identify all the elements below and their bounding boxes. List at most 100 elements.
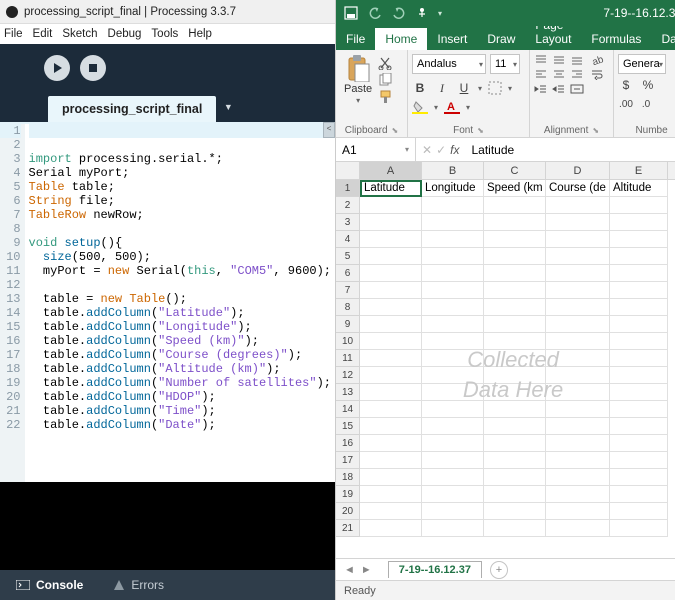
row-header[interactable]: 9 <box>336 316 359 333</box>
cell[interactable] <box>422 282 484 299</box>
cell[interactable] <box>422 435 484 452</box>
cell[interactable]: Altitude <box>610 180 668 197</box>
bold-button[interactable]: B <box>412 80 428 96</box>
cell[interactable] <box>546 248 610 265</box>
cell[interactable] <box>610 248 668 265</box>
align-right-icon[interactable] <box>570 68 584 80</box>
cell[interactable] <box>610 316 668 333</box>
cell[interactable] <box>360 316 422 333</box>
cell[interactable] <box>422 214 484 231</box>
row-header[interactable]: 21 <box>336 520 359 537</box>
cell[interactable] <box>546 282 610 299</box>
cell[interactable]: Speed (km <box>484 180 546 197</box>
enter-icon[interactable]: ✓ <box>436 143 446 157</box>
cells-area[interactable]: LatitudeLongitudeSpeed (kmCourse (deAlti… <box>360 180 675 558</box>
align-top-icon[interactable] <box>534 54 548 66</box>
cell[interactable] <box>422 486 484 503</box>
row-header[interactable]: 19 <box>336 486 359 503</box>
cell[interactable] <box>546 486 610 503</box>
row-header[interactable]: 2 <box>336 197 359 214</box>
console-tab[interactable]: Console <box>16 578 83 592</box>
cell[interactable] <box>546 333 610 350</box>
cell[interactable] <box>610 350 668 367</box>
cell[interactable] <box>610 333 668 350</box>
cell[interactable] <box>546 367 610 384</box>
cell[interactable] <box>360 214 422 231</box>
cell[interactable] <box>484 197 546 214</box>
row-header[interactable]: 17 <box>336 452 359 469</box>
cell[interactable] <box>546 520 610 537</box>
sheet-nav-prev-icon[interactable]: ◄ <box>344 564 355 576</box>
font-color-icon[interactable]: A <box>444 100 460 114</box>
wrap-text-icon[interactable] <box>590 68 604 80</box>
cell[interactable] <box>610 282 668 299</box>
decrease-indent-icon[interactable] <box>534 83 548 95</box>
cell[interactable] <box>360 367 422 384</box>
menu-edit[interactable]: Edit <box>33 28 53 40</box>
align-middle-icon[interactable] <box>552 54 566 66</box>
cell[interactable] <box>360 248 422 265</box>
cell[interactable] <box>422 520 484 537</box>
cell[interactable] <box>360 333 422 350</box>
cell[interactable] <box>360 469 422 486</box>
select-all-corner[interactable] <box>336 162 360 180</box>
code-area[interactable]: import processing.serial.*;Serial myPort… <box>25 122 335 482</box>
cell[interactable] <box>422 231 484 248</box>
row-header[interactable]: 7 <box>336 282 359 299</box>
underline-button[interactable]: U <box>456 80 472 96</box>
menu-sketch[interactable]: Sketch <box>62 28 97 40</box>
run-button[interactable] <box>44 55 70 81</box>
col-header[interactable]: C <box>484 162 546 179</box>
cell[interactable] <box>360 350 422 367</box>
row-header[interactable]: 10 <box>336 333 359 350</box>
cell[interactable] <box>546 469 610 486</box>
cell[interactable] <box>484 214 546 231</box>
cell[interactable] <box>422 384 484 401</box>
italic-button[interactable]: I <box>434 80 450 96</box>
orientation-icon[interactable]: ab <box>590 54 604 66</box>
save-icon[interactable] <box>344 6 358 20</box>
cell[interactable] <box>610 197 668 214</box>
cell[interactable] <box>360 401 422 418</box>
code-editor[interactable]: 12345678910111213141516171819202122 impo… <box>0 122 335 482</box>
cell[interactable] <box>360 384 422 401</box>
menu-help[interactable]: Help <box>188 28 212 40</box>
cell[interactable] <box>360 452 422 469</box>
cell[interactable] <box>610 299 668 316</box>
cell[interactable] <box>546 214 610 231</box>
font-name-select[interactable]: Andalus <box>412 54 486 74</box>
cell[interactable] <box>484 265 546 282</box>
col-header[interactable]: D <box>546 162 610 179</box>
cell[interactable] <box>360 435 422 452</box>
cell[interactable] <box>360 299 422 316</box>
cell[interactable] <box>484 520 546 537</box>
stop-button[interactable] <box>80 55 106 81</box>
row-header[interactable]: 13 <box>336 384 359 401</box>
cell[interactable] <box>484 452 546 469</box>
copy-icon[interactable] <box>378 73 394 87</box>
font-size-select[interactable]: 11 <box>490 54 520 74</box>
col-header[interactable]: A <box>360 162 422 179</box>
cell[interactable] <box>546 316 610 333</box>
increase-indent-icon[interactable] <box>552 83 566 95</box>
qat-customize-icon[interactable]: ▾ <box>438 9 442 18</box>
row-header[interactable]: 1 <box>336 180 359 197</box>
row-header[interactable]: 3 <box>336 214 359 231</box>
cell[interactable] <box>422 316 484 333</box>
cell[interactable] <box>484 435 546 452</box>
cell[interactable] <box>484 503 546 520</box>
cell[interactable] <box>484 231 546 248</box>
cell[interactable] <box>422 299 484 316</box>
row-header[interactable]: 8 <box>336 299 359 316</box>
tab-menu-button[interactable]: ▼ <box>220 92 236 122</box>
formula-input[interactable]: Latitude <box>465 143 675 157</box>
cell[interactable] <box>546 418 610 435</box>
cell[interactable] <box>610 384 668 401</box>
cell[interactable] <box>422 197 484 214</box>
increase-decimal-icon[interactable]: .00 <box>618 96 634 112</box>
cell[interactable] <box>546 350 610 367</box>
cell[interactable] <box>360 265 422 282</box>
paste-button[interactable]: Paste ▾ <box>340 52 376 107</box>
errors-tab[interactable]: Errors <box>113 578 164 592</box>
sheet-nav-next-icon[interactable]: ► <box>361 564 372 576</box>
